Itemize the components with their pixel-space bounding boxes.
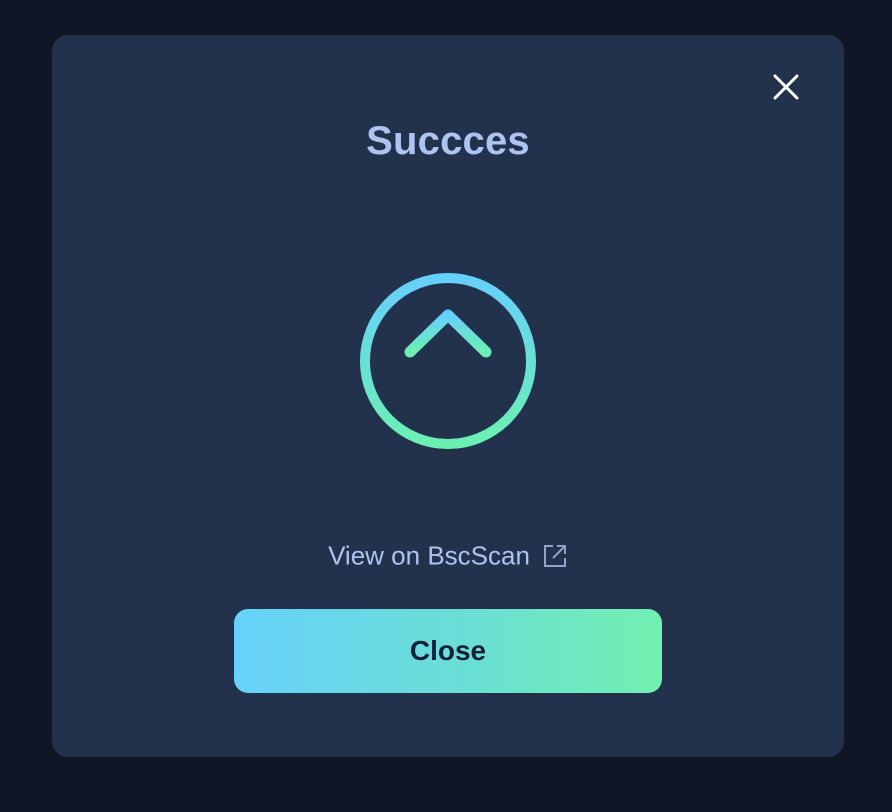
close-button[interactable]: Close xyxy=(234,609,662,693)
close-icon[interactable] xyxy=(772,73,800,101)
upload-arrow-circle-icon xyxy=(357,270,539,452)
view-on-bscscan-label: View on BscScan xyxy=(328,540,530,571)
modal-title: Succces xyxy=(366,119,530,163)
external-link-icon xyxy=(542,543,568,569)
view-on-bscscan-link[interactable]: View on BscScan xyxy=(52,539,844,572)
success-modal: Succces View on BscScan Close xyxy=(52,35,844,757)
